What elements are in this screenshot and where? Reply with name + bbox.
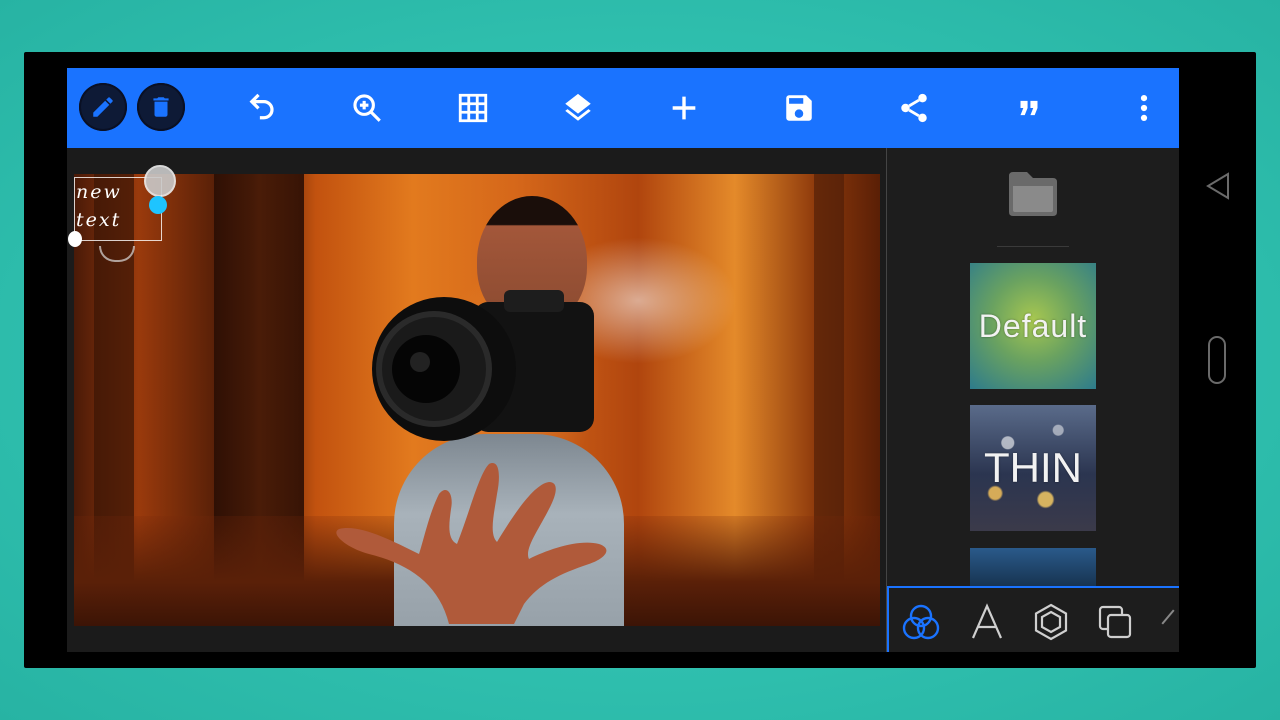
style-card-label: Default [978, 307, 1088, 344]
add-button[interactable] [660, 84, 708, 132]
delete-button[interactable] [137, 83, 185, 131]
copy-layers-icon [1098, 605, 1132, 639]
bottom-tab-bar [887, 586, 1179, 652]
undo-icon [249, 93, 274, 120]
tab-shape[interactable] [1029, 600, 1073, 644]
zoom-in-icon [353, 94, 381, 122]
more-button[interactable] [1120, 84, 1168, 132]
side-handle[interactable] [68, 231, 82, 247]
rotate-handle[interactable] [144, 165, 176, 197]
tab-font[interactable] [965, 600, 1009, 644]
grid-icon [458, 93, 488, 123]
scale-handle[interactable] [149, 196, 167, 214]
background-photo [74, 174, 880, 626]
share-icon [901, 93, 927, 123]
canvas-area[interactable]: new text [67, 148, 886, 652]
pencil-icon [93, 97, 113, 117]
home-pill-icon[interactable] [1208, 336, 1226, 384]
zoom-button[interactable] [343, 84, 391, 132]
style-card-default[interactable]: Default [970, 263, 1096, 389]
more-vertical-icon [1140, 94, 1148, 122]
hand-image [336, 463, 607, 624]
grid-button[interactable] [449, 84, 497, 132]
share-button[interactable] [890, 84, 938, 132]
camera-image [372, 290, 594, 441]
style-card-partial[interactable] [970, 548, 1096, 588]
shape-icon [1034, 603, 1068, 641]
font-icon [971, 603, 1003, 639]
top-toolbar [67, 68, 1179, 148]
style-panel: Default THIN [887, 148, 1179, 652]
save-button[interactable] [775, 84, 823, 132]
style-card-label: THIN [984, 444, 1082, 491]
style-card-thin[interactable]: THIN [970, 405, 1096, 531]
tab-layers-copy[interactable] [1093, 600, 1137, 644]
undo-button[interactable] [238, 84, 286, 132]
layers-icon [565, 93, 591, 121]
trash-icon [153, 97, 169, 117]
add-icon [672, 96, 696, 120]
panel-separator [997, 246, 1069, 247]
text-editor-app: new text Default THIN [67, 68, 1179, 652]
back-triangle-icon[interactable] [1204, 171, 1232, 201]
pencil-button[interactable] [79, 83, 127, 131]
quote-icon [1020, 100, 1038, 116]
tab-blend[interactable] [899, 600, 943, 644]
blend-icon [902, 604, 940, 640]
layers-button[interactable] [554, 84, 602, 132]
tab-overflow-hint [1161, 609, 1175, 625]
folder-icon[interactable] [1005, 168, 1061, 220]
save-icon [786, 95, 812, 121]
quote-button[interactable] [1005, 84, 1053, 132]
